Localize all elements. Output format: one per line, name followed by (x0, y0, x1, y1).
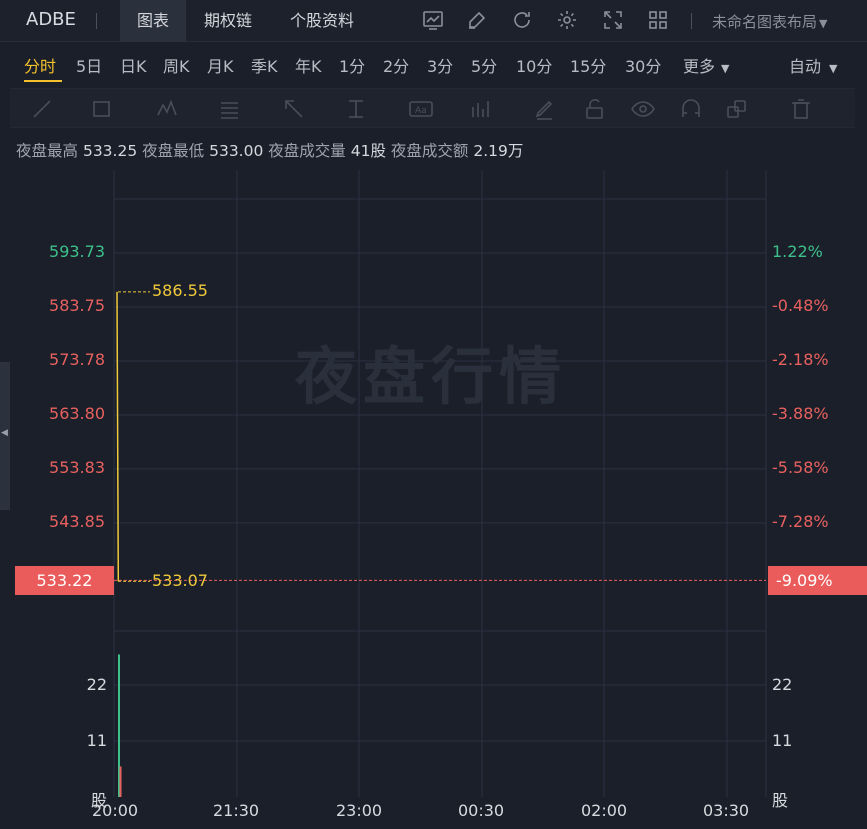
price-line (116, 291, 120, 582)
pct-tick: -2.18% (772, 350, 829, 369)
pct-tick: 1.22% (772, 242, 823, 261)
current-price-tag: 533.22 (15, 566, 114, 595)
volume-tick: 11 (772, 731, 793, 750)
pct-tick: -3.88% (772, 404, 829, 423)
price-tick: 573.78 (49, 350, 105, 369)
low-price-annotation: 533.07 (152, 571, 208, 590)
time-tick: 20:00 (92, 801, 139, 820)
time-tick: 21:30 (213, 801, 260, 820)
pct-tick: -0.48% (772, 296, 829, 315)
price-tick: 563.80 (49, 404, 105, 423)
volume-unit: 股 (772, 791, 789, 810)
collapse-sidebar-handle[interactable]: ◀ (0, 362, 10, 510)
current-pct-tag: -9.09% (768, 566, 867, 595)
volume-tick: 11 (86, 731, 107, 750)
high-price-annotation: 586.55 (152, 281, 208, 300)
price-tick: 553.83 (49, 458, 105, 477)
time-tick: 03:30 (703, 801, 750, 820)
pct-tick: -7.28% (772, 512, 829, 531)
time-tick: 00:30 (458, 801, 505, 820)
price-tick: 593.73 (49, 242, 105, 261)
volume-bar (119, 766, 122, 797)
pct-tick: -5.58% (772, 458, 829, 477)
price-tick: 583.75 (49, 296, 105, 315)
volume-tick: 22 (772, 675, 793, 694)
volume-tick: 22 (86, 675, 107, 694)
watermark: 夜盘行情 (295, 340, 568, 413)
time-tick: 02:00 (581, 801, 628, 820)
chart-area[interactable]: 夜盘行情 593.73 583.75 573.78 563.80 553.83 … (0, 0, 867, 829)
price-tick: 543.85 (49, 512, 105, 531)
time-tick: 23:00 (336, 801, 383, 820)
caret-left-icon: ◀ (1, 428, 8, 438)
